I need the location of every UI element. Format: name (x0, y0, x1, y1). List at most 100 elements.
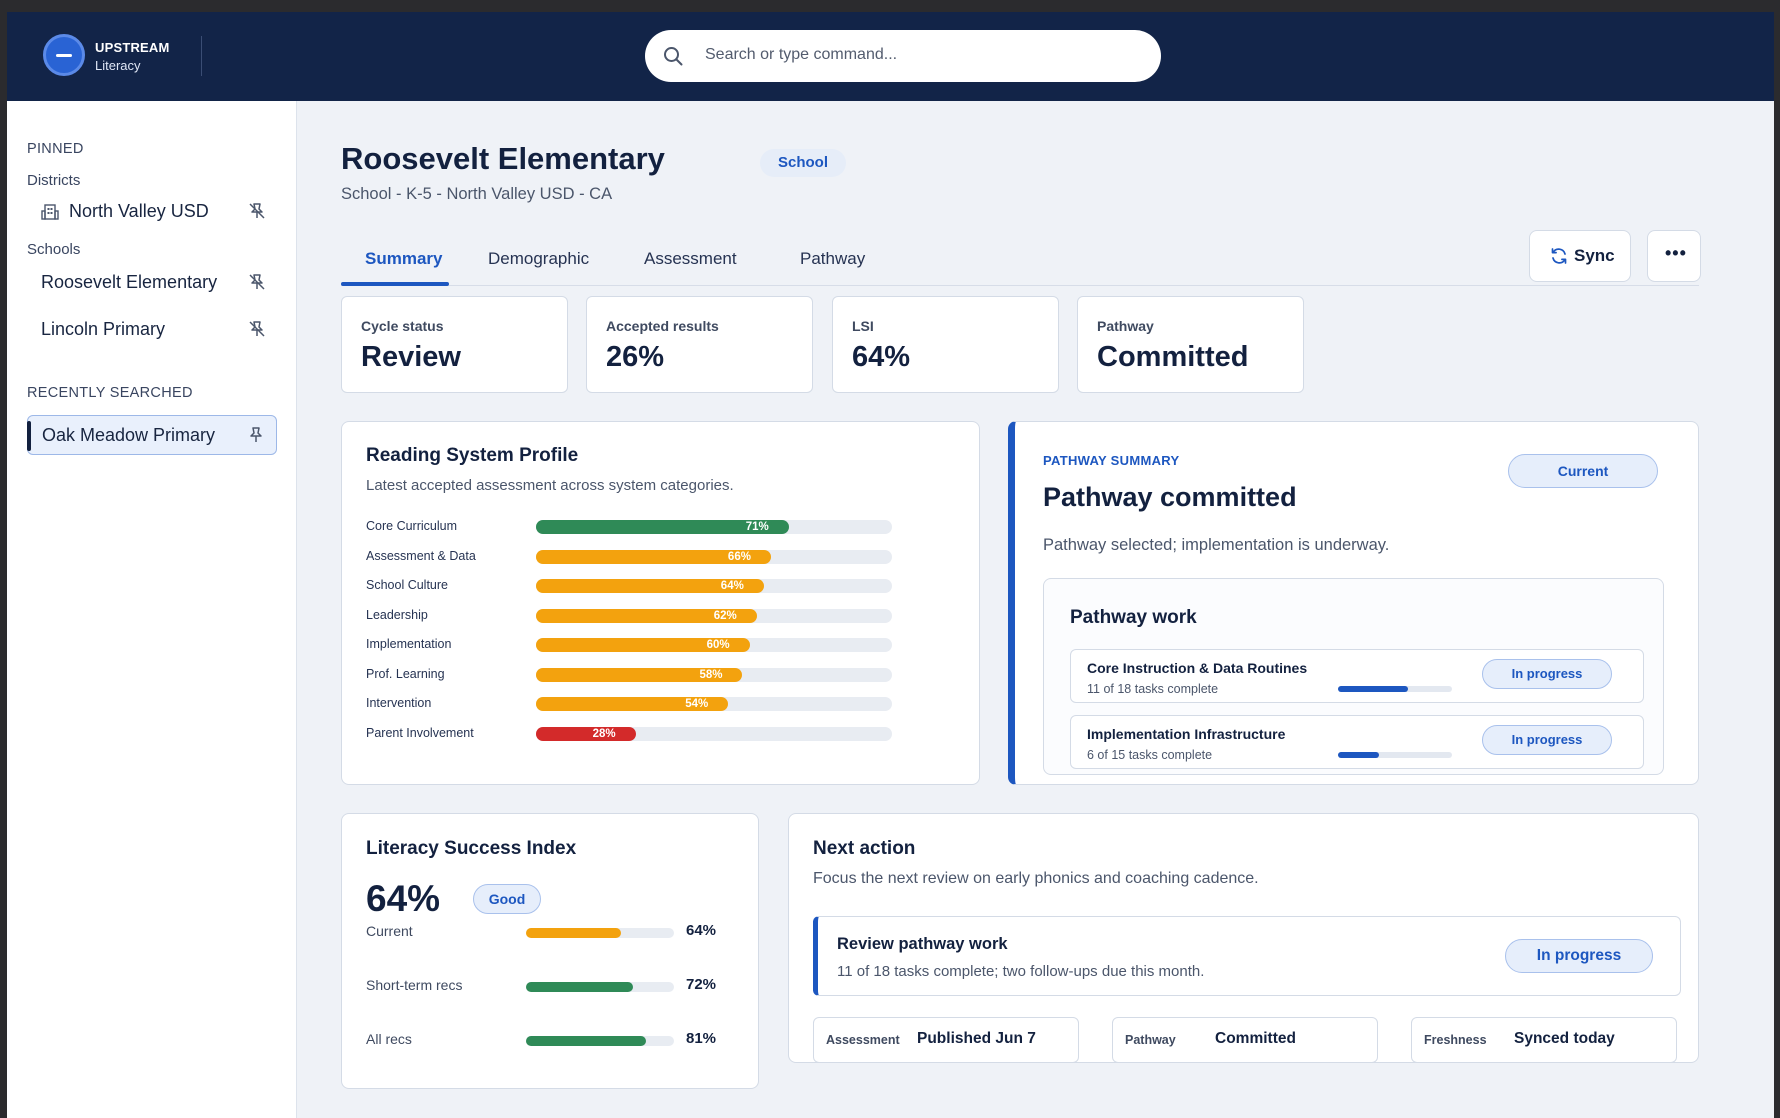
tab-active-indicator (341, 282, 449, 286)
progress-bar (1338, 686, 1452, 692)
profile-bar-label: Core Curriculum (366, 519, 457, 533)
next-action-card: Next action Focus the next review on ear… (788, 813, 1699, 1063)
profile-bar: 58% (536, 667, 743, 682)
sidebar-item-label: North Valley USD (69, 201, 209, 221)
main-content: Roosevelt Elementary School School - K-5… (297, 101, 1774, 1118)
sidebar-item-north-valley-usd[interactable]: North Valley USD (27, 191, 277, 231)
stat-value: 64% (852, 341, 911, 373)
stat-card-pathway: Pathway Committed (1077, 296, 1304, 393)
tab-assessment[interactable]: Assessment (644, 249, 737, 269)
meta-value: Published Jun 7 (917, 1030, 1036, 1047)
profile-bar-label: Implementation (366, 637, 452, 651)
brand-divider (201, 36, 202, 76)
profile-bar-value: 71% (745, 521, 769, 533)
lsi-bar-label: Short-term recs (366, 977, 463, 993)
sync-button[interactable]: Sync (1529, 230, 1631, 282)
meta-value: Synced today (1514, 1030, 1615, 1047)
profile-bar-value: 60% (706, 639, 730, 651)
meta-pathway: Pathway Committed (1112, 1017, 1378, 1063)
tab-summary[interactable]: Summary (365, 249, 442, 269)
profile-bar: 62% (536, 608, 757, 623)
sidebar: PINNED Districts North Valley USD School… (7, 101, 297, 1118)
lsi-bar-row: Current 64% (366, 920, 726, 944)
pathway-kicker: PATHWAY SUMMARY (1043, 453, 1180, 468)
pin-icon[interactable] (246, 425, 266, 445)
card-subtitle: Latest accepted assessment across system… (366, 477, 734, 494)
stat-label: Cycle status (361, 318, 444, 334)
progress-fill (1338, 686, 1408, 692)
meta-value: Committed (1215, 1030, 1296, 1047)
unpin-icon[interactable] (247, 319, 267, 339)
stat-value: 26% (606, 341, 665, 373)
lsi-bar-label: Current (366, 923, 413, 939)
brand-logo[interactable] (43, 34, 85, 76)
progress-bar (1338, 752, 1452, 758)
profile-bar-value: 64% (720, 580, 744, 592)
status-badge: In progress (1482, 725, 1612, 755)
profile-bar-label: Parent Involvement (366, 725, 474, 740)
tab-pathway[interactable]: Pathway (800, 249, 865, 269)
profile-bar-label: Assessment & Data (366, 548, 476, 563)
profile-bar-track: 71% (536, 520, 892, 534)
more-options-button[interactable]: ••• (1647, 230, 1701, 282)
profile-bar: 54% (536, 697, 729, 711)
sidebar-item-label: Roosevelt Elementary (41, 272, 218, 292)
card-subtitle: Focus the next review on early phonics a… (813, 870, 1259, 887)
tab-demographic[interactable]: Demographic (488, 249, 589, 269)
sidebar-item-lincoln-primary[interactable]: Lincoln Primary (27, 309, 277, 349)
pathway-work-panel: Pathway work Core Instruction & Data Rou… (1043, 578, 1664, 775)
work-item-title: Core Instruction & Data Routines (1087, 660, 1308, 676)
review-pathway-work-item[interactable]: Review pathway work 11 of 18 tasks compl… (813, 916, 1681, 996)
building-icon (41, 204, 59, 220)
stat-value: Review (361, 341, 461, 373)
profile-bar-value: 62% (713, 609, 737, 622)
profile-bar: 66% (536, 549, 771, 564)
lsi-bar (526, 928, 621, 938)
tab-bar: Summary Demographic Assessment Pathway (341, 231, 1699, 286)
search-placeholder: Search or type command... (705, 46, 898, 63)
lsi-rating-badge: Good (473, 884, 541, 914)
meta-key: Assessment (826, 1033, 900, 1047)
profile-bar-track: 64% (536, 579, 892, 593)
profile-bar-value: 66% (727, 550, 751, 563)
profile-bar: 60% (536, 638, 750, 652)
review-title: Review pathway work (837, 935, 1008, 953)
pathway-title: Pathway committed (1043, 482, 1297, 512)
work-item[interactable]: Implementation Infrastructure 6 of 15 ta… (1070, 715, 1644, 769)
profile-bar: 71% (536, 520, 789, 534)
lsi-bar-value: 81% (686, 1030, 717, 1047)
profile-bar-track: 54% (536, 697, 892, 711)
lsi-bar-track (526, 982, 674, 992)
profile-bar-track: 60% (536, 638, 892, 652)
meta-assessment: Assessment Published Jun 7 (813, 1017, 1079, 1063)
search-input[interactable]: Search or type command... (645, 30, 1161, 82)
unpin-icon[interactable] (247, 201, 267, 221)
profile-bar-row: School Culture 64% (366, 575, 896, 597)
top-bar: UPSTREAM Literacy Search or type command… (7, 12, 1774, 101)
reading-system-profile-card: Reading System Profile Latest accepted a… (341, 421, 980, 785)
stat-card-accepted-results: Accepted results 26% (586, 296, 813, 393)
recent-heading: RECENTLY SEARCHED (27, 385, 193, 401)
pathway-description: Pathway selected; implementation is unde… (1043, 536, 1390, 554)
lsi-bar-label: All recs (366, 1031, 412, 1047)
work-item[interactable]: Core Instruction & Data Routines 11 of 1… (1070, 649, 1644, 703)
review-subtitle: 11 of 18 tasks complete; two follow-ups … (837, 963, 1205, 980)
lsi-bar (526, 1036, 646, 1046)
sidebar-item-roosevelt-elementary[interactable]: Roosevelt Elementary (27, 262, 277, 302)
brand-product: Literacy (95, 58, 141, 73)
profile-bar-track: 62% (536, 608, 892, 623)
work-item-progress-text: 11 of 18 tasks complete (1087, 682, 1219, 696)
meta-key: Pathway (1125, 1033, 1176, 1047)
sidebar-item-oak-meadow-primary[interactable]: Oak Meadow Primary (27, 415, 277, 455)
profile-bar-row: Intervention 54% (366, 693, 896, 715)
work-item-title: Implementation Infrastructure (1087, 726, 1286, 742)
profile-bar-label: School Culture (366, 578, 448, 592)
profile-bar-row: Core Curriculum 71% (366, 516, 896, 538)
sync-label: Sync (1574, 246, 1615, 265)
unpin-icon[interactable] (247, 272, 267, 292)
profile-bar-row: Leadership 62% (366, 605, 896, 627)
stat-label: LSI (852, 318, 874, 334)
lsi-bar-value: 72% (686, 976, 717, 993)
profile-bar-label: Leadership (366, 607, 428, 622)
brand-name: UPSTREAM (95, 40, 170, 55)
